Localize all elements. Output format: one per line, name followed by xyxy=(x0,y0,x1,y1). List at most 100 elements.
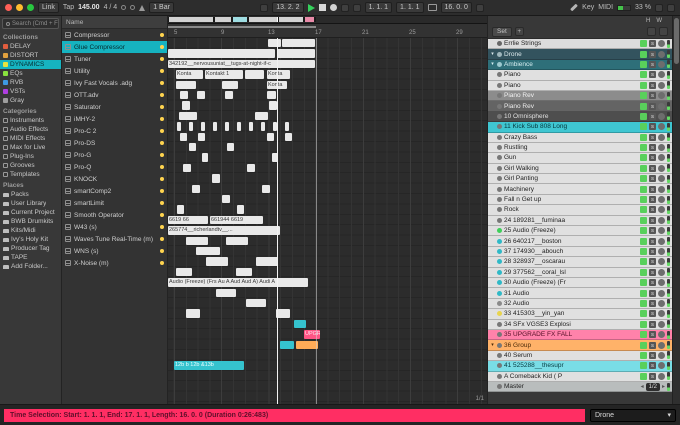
arrangement-clip[interactable] xyxy=(201,122,205,131)
arrangement-grid[interactable]: 342192__nervousuniat__tugs-at-night-if-c… xyxy=(168,38,487,404)
sidebar-item-add-folder[interactable]: Add Folder... xyxy=(0,262,61,271)
fold-arrow-icon[interactable]: ▾ xyxy=(490,342,495,348)
track-activator-button[interactable] xyxy=(640,320,647,328)
track-activator-button[interactable] xyxy=(640,60,647,68)
favorite-dot[interactable] xyxy=(160,225,164,229)
sidebar-item-kits-midi[interactable]: Kits/Midi xyxy=(0,226,61,235)
arm-button[interactable] xyxy=(658,227,665,235)
arm-button[interactable] xyxy=(658,299,665,307)
arrangement-clip[interactable] xyxy=(206,257,228,266)
device-item-pro-g[interactable]: Pro-G xyxy=(62,149,167,161)
solo-button[interactable]: S xyxy=(649,310,656,318)
sidebar-item-instruments[interactable]: Instruments xyxy=(0,116,61,125)
arrangement-clip[interactable] xyxy=(213,122,217,131)
track-name[interactable]: Crazy Bass xyxy=(504,134,638,141)
track-activator-button[interactable] xyxy=(640,175,647,183)
fold-arrow-icon[interactable]: ▾ xyxy=(490,61,495,67)
arm-button[interactable] xyxy=(658,216,665,224)
track-row-26-640217-boston[interactable]: 26 640217__boston S xyxy=(488,236,672,247)
search-input[interactable]: Search (Cmd + F) xyxy=(2,18,59,29)
sidebar-item-vsts[interactable]: VSTs xyxy=(0,87,61,96)
track-activator-button[interactable] xyxy=(640,310,647,318)
track-activator-button[interactable] xyxy=(640,102,647,110)
arrangement-clip[interactable] xyxy=(277,49,315,58)
track-activator-button[interactable] xyxy=(640,164,647,172)
arm-button[interactable] xyxy=(658,133,665,141)
arrangement-clip[interactable] xyxy=(247,163,255,173)
loop-length-display[interactable]: 16. 0. 0 xyxy=(440,2,472,13)
track-name[interactable]: Fall n Get up xyxy=(504,196,638,203)
arm-button[interactable] xyxy=(658,372,665,380)
timeline-ruler[interactable]: 5 9 13 17 21 25 29 xyxy=(168,24,487,38)
track-activator-button[interactable] xyxy=(640,123,647,131)
device-item-pro-q[interactable]: Pro-Q xyxy=(62,161,167,173)
track-name[interactable]: Drone xyxy=(504,51,638,58)
lock-envelopes-icon[interactable] xyxy=(659,27,668,36)
solo-button[interactable]: S xyxy=(649,175,656,183)
favorite-dot[interactable] xyxy=(160,69,164,73)
favorite-dot[interactable] xyxy=(160,141,164,145)
track-row-master[interactable]: Master ◂ 1/2 ▸ xyxy=(488,381,672,393)
arrangement-clip[interactable] xyxy=(256,257,278,266)
record-button[interactable] xyxy=(329,4,337,11)
track-activator-button[interactable] xyxy=(640,112,647,120)
track-name[interactable]: 33 415303__yin_yan xyxy=(504,310,638,317)
solo-button[interactable]: S xyxy=(649,331,656,339)
arm-button[interactable] xyxy=(658,71,665,79)
arrangement-clip[interactable] xyxy=(192,184,200,193)
device-item-imhy-2[interactable]: iMHY-2 xyxy=(62,113,167,125)
track-name[interactable]: 29 377562__coral_lsl xyxy=(504,269,638,276)
solo-button[interactable]: S xyxy=(649,248,656,255)
solo-button[interactable]: S xyxy=(649,279,656,287)
sidebar-item-dynamics[interactable]: DYNAMICS xyxy=(0,60,61,69)
solo-button[interactable]: S xyxy=(649,196,656,204)
track-name[interactable]: Ambience xyxy=(504,61,638,68)
playhead[interactable] xyxy=(277,38,278,404)
arm-button[interactable] xyxy=(658,185,665,193)
sidebar-item-templates[interactable]: Templates xyxy=(0,170,61,179)
track-name[interactable]: 26 640217__boston xyxy=(504,238,638,245)
track-activator-button[interactable] xyxy=(640,299,647,307)
solo-button[interactable]: S xyxy=(649,362,656,370)
punch-out-toggle[interactable] xyxy=(475,3,484,12)
favorite-dot[interactable] xyxy=(160,189,164,193)
arm-button[interactable] xyxy=(658,175,665,183)
favorite-dot[interactable] xyxy=(160,33,164,37)
track-activator-button[interactable] xyxy=(640,268,647,276)
arrangement-clip[interactable]: 12b b 12b &13b xyxy=(174,361,244,370)
arrangement-clip[interactable]: Konta xyxy=(176,70,203,79)
device-item-saturator[interactable]: Saturator xyxy=(62,101,167,113)
favorite-dot[interactable] xyxy=(160,105,164,109)
arrangement-position-display[interactable]: 13. 2. 2 xyxy=(272,2,304,13)
arm-button[interactable] xyxy=(658,289,665,297)
arrangement-clip[interactable] xyxy=(182,101,190,110)
arrangement-clip[interactable] xyxy=(280,340,294,349)
arm-button[interactable] xyxy=(658,341,665,349)
arm-button[interactable] xyxy=(658,60,665,68)
tempo-display[interactable]: 145.00 xyxy=(78,4,99,11)
arm-button[interactable] xyxy=(658,351,665,359)
track-row-34-sfx-vgse3-explosi[interactable]: 34 SFx VGSE3 Explosi S xyxy=(488,319,672,330)
favorite-dot[interactable] xyxy=(160,81,164,85)
track-activator-button[interactable] xyxy=(640,144,647,152)
arrangement-clip[interactable]: 661944 6619 xyxy=(210,215,263,225)
loop-start-position[interactable]: 1. 1. 1 xyxy=(396,2,424,13)
window-zoom-button[interactable] xyxy=(27,4,34,11)
track-activator-button[interactable] xyxy=(640,248,647,255)
arm-button[interactable] xyxy=(658,206,665,214)
nudge-down-button[interactable] xyxy=(121,5,127,10)
solo-button[interactable]: S xyxy=(649,185,656,193)
sidebar-item-distort[interactable]: DISTORT xyxy=(0,51,61,60)
solo-button[interactable]: S xyxy=(649,81,656,89)
track-activator-button[interactable] xyxy=(640,351,647,359)
arm-button[interactable] xyxy=(658,362,665,370)
track-name[interactable]: Master xyxy=(504,383,639,390)
track-selector-dropdown[interactable]: Drone ▾ xyxy=(590,408,676,422)
solo-button[interactable]: S xyxy=(649,237,656,245)
track-name[interactable]: Piano xyxy=(504,71,638,78)
add-locator-icon[interactable]: + xyxy=(514,27,524,36)
arrangement-clip[interactable] xyxy=(179,111,197,121)
arrangement-clip[interactable]: 6619 66 xyxy=(168,215,208,225)
track-activator-button[interactable] xyxy=(640,133,647,141)
track-activator-button[interactable] xyxy=(640,227,647,235)
